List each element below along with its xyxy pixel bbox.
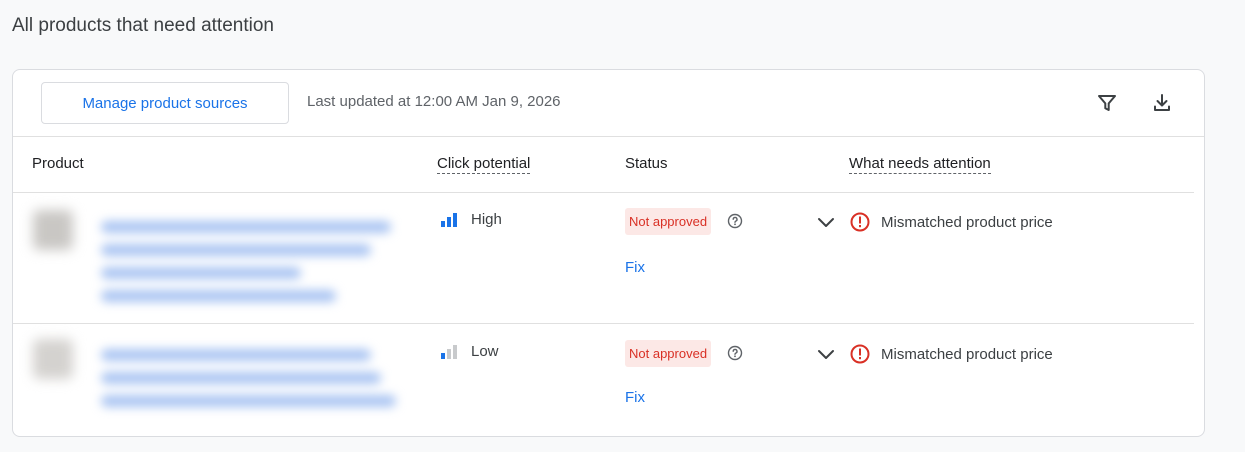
last-updated-text: Last updated at 12:00 AM Jan 9, 2026 bbox=[307, 93, 561, 110]
issue-text: Mismatched product price bbox=[881, 346, 1053, 363]
column-header-click-potential[interactable]: Click potential bbox=[437, 155, 531, 174]
product-cell[interactable] bbox=[13, 193, 418, 323]
filter-icon[interactable] bbox=[1094, 90, 1120, 116]
download-icon[interactable] bbox=[1149, 90, 1175, 116]
product-thumbnail bbox=[33, 339, 73, 379]
table-row: Low Not approved Fix Mismatched product … bbox=[13, 325, 1194, 436]
toolbar: Manage product sources Last updated at 1… bbox=[13, 70, 1204, 137]
signal-bar bbox=[447, 348, 451, 359]
help-icon[interactable] bbox=[727, 213, 743, 229]
error-icon bbox=[850, 212, 870, 232]
column-header-what-needs-attention[interactable]: What needs attention bbox=[849, 155, 991, 174]
click-potential-label: Low bbox=[471, 343, 499, 360]
help-icon[interactable] bbox=[727, 345, 743, 361]
fix-link[interactable]: Fix bbox=[625, 389, 645, 406]
fix-link[interactable]: Fix bbox=[625, 259, 645, 276]
page-title: All products that need attention bbox=[12, 15, 274, 36]
product-cell[interactable] bbox=[13, 325, 418, 436]
signal-bars-icon bbox=[441, 212, 457, 227]
product-title-blurred bbox=[101, 349, 396, 418]
status-badge: Not approved bbox=[625, 208, 712, 235]
signal-bars-icon bbox=[441, 344, 457, 359]
signal-bar bbox=[453, 344, 457, 359]
table-header: Product Click potential Status What need… bbox=[13, 137, 1194, 193]
issue-text: Mismatched product price bbox=[881, 214, 1053, 231]
chevron-down-icon[interactable] bbox=[815, 211, 837, 233]
signal-bar bbox=[441, 220, 445, 227]
error-icon bbox=[850, 344, 870, 364]
manage-product-sources-button[interactable]: Manage product sources bbox=[41, 82, 289, 124]
chevron-down-icon[interactable] bbox=[815, 343, 837, 365]
click-potential-cell: High bbox=[441, 211, 502, 228]
signal-bar bbox=[453, 212, 457, 227]
click-potential-label: High bbox=[471, 211, 502, 228]
column-header-product: Product bbox=[32, 155, 84, 172]
column-header-status: Status bbox=[625, 155, 668, 172]
table-row: High Not approved Fix Mismatched product… bbox=[13, 193, 1194, 324]
product-thumbnail bbox=[33, 210, 73, 250]
status-badge: Not approved bbox=[625, 340, 712, 367]
click-potential-cell: Low bbox=[441, 343, 499, 360]
signal-bar bbox=[441, 352, 445, 359]
products-card: Manage product sources Last updated at 1… bbox=[12, 69, 1205, 437]
product-title-blurred bbox=[101, 221, 391, 313]
signal-bar bbox=[447, 216, 451, 227]
